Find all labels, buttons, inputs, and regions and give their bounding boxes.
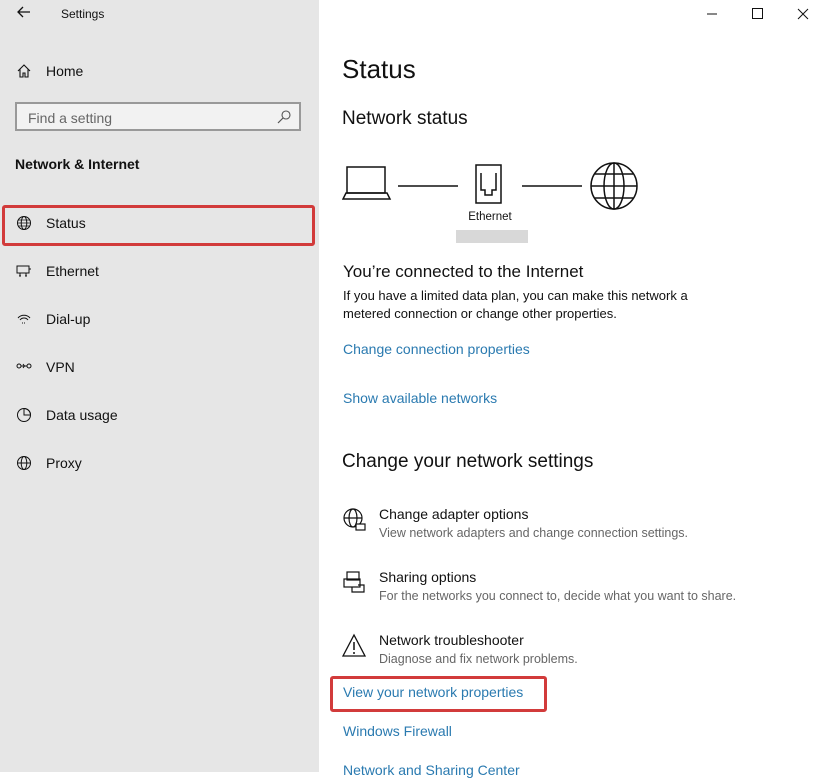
change-settings-heading: Change your network settings xyxy=(342,451,594,472)
show-available-networks-link[interactable]: Show available networks xyxy=(343,390,497,406)
status-highlight xyxy=(2,205,315,246)
sidebar-item-label: Proxy xyxy=(46,455,82,471)
option-desc: For the networks you connect to, decide … xyxy=(379,589,737,603)
sidebar: Settings Home Network & Internet Status … xyxy=(0,0,319,772)
windows-firewall-link[interactable]: Windows Firewall xyxy=(343,723,452,739)
sharing-icon xyxy=(342,570,368,601)
window-title: Settings xyxy=(61,7,105,21)
ethernet-icon xyxy=(16,263,32,279)
option-title: Network troubleshooter xyxy=(379,632,524,648)
home-icon xyxy=(16,63,32,79)
home-label: Home xyxy=(46,63,84,79)
connected-desc-1: If you have a limited data plan, you can… xyxy=(343,288,688,303)
data-usage-icon xyxy=(16,407,32,423)
network-diagram: Ethernet xyxy=(342,160,642,244)
internet-globe-icon xyxy=(590,162,638,210)
option-title: Sharing options xyxy=(379,569,477,585)
close-icon[interactable] xyxy=(779,0,823,28)
ethernet-port-icon xyxy=(475,164,502,204)
sidebar-item-label: Dial-up xyxy=(46,311,91,327)
sidebar-item-data-usage[interactable]: Data usage xyxy=(0,394,319,436)
option-title: Change adapter options xyxy=(379,506,529,522)
proxy-globe-icon xyxy=(16,455,32,471)
minimize-icon[interactable] xyxy=(690,0,734,28)
sidebar-item-label: Data usage xyxy=(46,407,118,423)
network-troubleshooter[interactable]: Network troubleshooter Diagnose and fix … xyxy=(341,631,802,671)
main-panel: Status Network status Ethernet You’re co… xyxy=(319,0,823,778)
connected-heading: You’re connected to the Internet xyxy=(343,262,584,281)
sharing-options[interactable]: Sharing options For the networks you con… xyxy=(342,568,802,608)
connected-desc-2: metered connection or change other prope… xyxy=(343,306,617,321)
option-desc: Diagnose and fix network problems. xyxy=(379,652,578,666)
change-adapter-options[interactable]: Change adapter options View network adap… xyxy=(342,505,802,545)
laptop-icon xyxy=(342,166,392,200)
vpn-icon xyxy=(16,359,32,375)
network-status-heading: Network status xyxy=(342,108,468,129)
search-box[interactable] xyxy=(15,102,301,131)
sidebar-item-proxy[interactable]: Proxy xyxy=(0,442,319,484)
change-connection-properties-link[interactable]: Change connection properties xyxy=(343,341,530,357)
network-sharing-center-link[interactable]: Network and Sharing Center xyxy=(343,762,520,778)
maximize-icon[interactable] xyxy=(735,0,779,28)
dialup-icon xyxy=(16,311,32,327)
section-title: Network & Internet xyxy=(15,156,140,172)
warning-icon xyxy=(341,633,368,664)
search-input[interactable] xyxy=(26,109,270,127)
sidebar-item-home[interactable]: Home xyxy=(0,50,319,92)
sidebar-item-dialup[interactable]: Dial-up xyxy=(0,298,319,340)
search-icon[interactable] xyxy=(276,109,292,125)
adapter-icon xyxy=(342,507,368,538)
sidebar-item-ethernet[interactable]: Ethernet xyxy=(0,250,319,292)
option-desc: View network adapters and change connect… xyxy=(379,526,688,540)
adapter-label: Ethernet xyxy=(468,211,512,223)
blurred-network-name xyxy=(456,230,528,243)
back-arrow-icon[interactable] xyxy=(14,4,34,24)
sidebar-item-label: VPN xyxy=(46,359,75,375)
sidebar-item-vpn[interactable]: VPN xyxy=(0,346,319,388)
sidebar-item-label: Ethernet xyxy=(46,263,99,279)
page-title: Status xyxy=(342,54,416,84)
view-properties-highlight xyxy=(330,676,547,712)
